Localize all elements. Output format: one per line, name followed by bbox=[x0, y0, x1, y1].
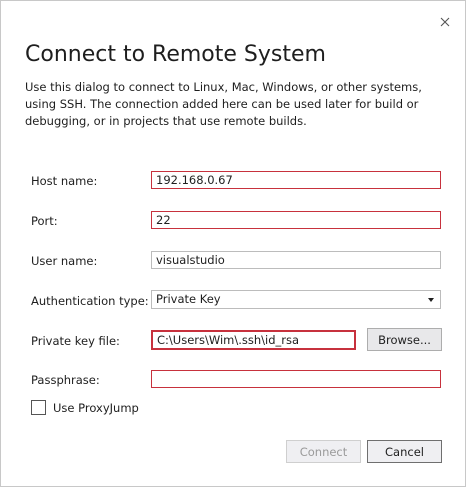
auth-type-select[interactable]: Private Key bbox=[151, 290, 441, 309]
proxyjump-label: Use ProxyJump bbox=[53, 401, 139, 415]
private-key-input[interactable] bbox=[151, 330, 356, 350]
user-name-input[interactable] bbox=[151, 251, 441, 269]
port-label: Port: bbox=[31, 214, 58, 228]
cancel-button[interactable]: Cancel bbox=[367, 440, 442, 463]
connect-remote-dialog: Connect to Remote System Use this dialog… bbox=[0, 0, 466, 487]
dialog-description: Use this dialog to connect to Linux, Mac… bbox=[25, 80, 422, 128]
connect-button[interactable]: Connect bbox=[286, 440, 361, 463]
close-icon bbox=[440, 17, 450, 27]
passphrase-input[interactable] bbox=[151, 370, 441, 388]
user-name-label: User name: bbox=[31, 254, 98, 268]
auth-type-value: Private Key bbox=[156, 292, 221, 306]
private-key-label: Private key file: bbox=[31, 334, 120, 348]
dialog-title: Connect to Remote System bbox=[25, 42, 326, 67]
close-button[interactable] bbox=[434, 11, 456, 33]
port-input[interactable] bbox=[151, 211, 441, 229]
passphrase-label: Passphrase: bbox=[31, 373, 100, 387]
host-name-input[interactable] bbox=[151, 171, 441, 189]
proxyjump-checkbox[interactable] bbox=[31, 400, 46, 415]
chevron-down-icon bbox=[428, 298, 434, 302]
host-name-label: Host name: bbox=[31, 174, 98, 188]
browse-button[interactable]: Browse... bbox=[367, 328, 442, 351]
auth-type-label: Authentication type: bbox=[31, 294, 149, 308]
